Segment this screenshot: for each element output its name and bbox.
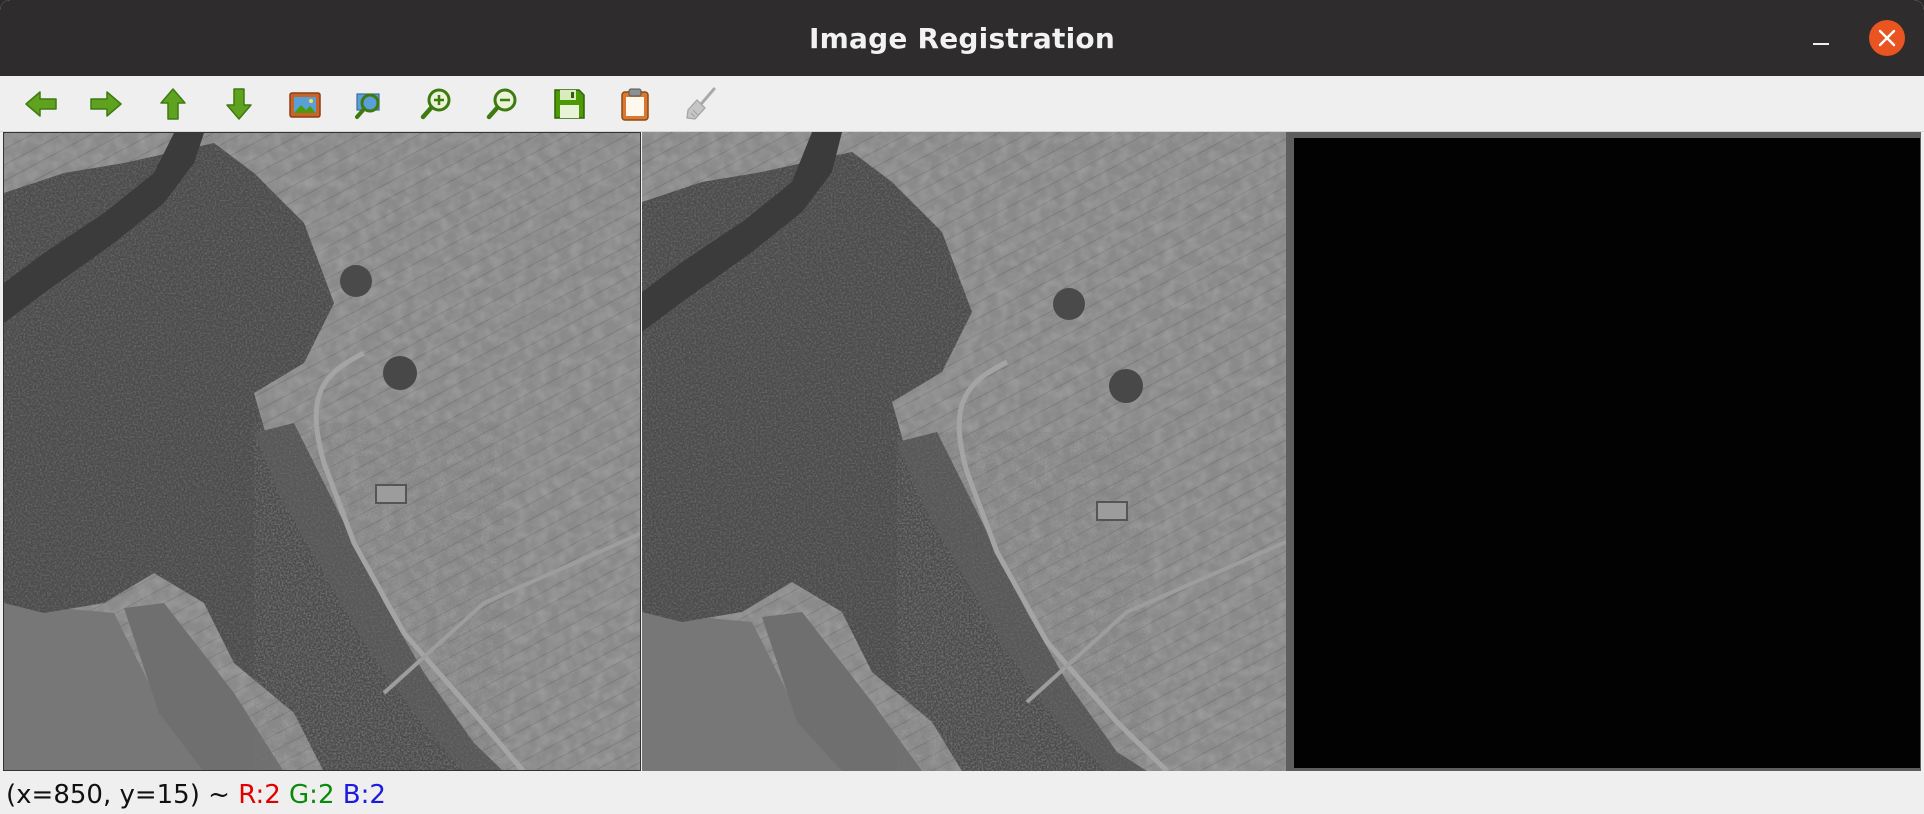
close-icon	[1878, 29, 1896, 47]
difference-image-pane[interactable]	[1286, 132, 1921, 771]
close-button[interactable]	[1869, 20, 1905, 56]
zoom-out-icon	[486, 88, 517, 120]
window-title: Image Registration	[809, 22, 1115, 55]
down-button[interactable]	[218, 84, 260, 124]
up-arrow-icon	[160, 88, 186, 120]
cursor-coordinates: (x=850, y=15) ~	[6, 780, 239, 810]
fixed-image-pane[interactable]	[3, 132, 641, 771]
difference-image	[1294, 138, 1920, 768]
title-bar[interactable]: Image Registration	[0, 0, 1924, 76]
broom-icon	[686, 87, 716, 120]
up-button[interactable]	[152, 84, 194, 124]
app-window: Image Registration (x=850, y=15) ~ R:2 G…	[0, 0, 1924, 814]
picture-icon	[289, 92, 321, 118]
aerial-image-moving	[642, 132, 1286, 771]
pixel-info: (x=850, y=15) ~ R:2 G:2 B:2	[6, 780, 386, 810]
red-value: R:2	[238, 780, 281, 810]
toolbar	[0, 76, 1924, 132]
image-button[interactable]	[284, 84, 326, 124]
floppy-disk-icon	[554, 89, 585, 119]
zoom-fit-icon	[355, 93, 380, 119]
zoom-out-button[interactable]	[482, 84, 524, 124]
zoom-in-button[interactable]	[416, 84, 458, 124]
right-arrow-icon	[90, 91, 122, 117]
clipboard-button[interactable]	[614, 84, 656, 124]
forward-button[interactable]	[85, 84, 127, 124]
moving-image-pane[interactable]	[642, 132, 1286, 771]
image-viewport[interactable]	[3, 132, 1921, 772]
left-arrow-icon	[25, 91, 57, 117]
green-value: G:2	[289, 780, 335, 810]
back-button[interactable]	[20, 84, 62, 124]
zoom-fit-button[interactable]	[350, 84, 392, 124]
minimize-button[interactable]	[1808, 26, 1842, 56]
clear-button[interactable]	[680, 84, 722, 124]
down-arrow-icon	[226, 88, 252, 120]
zoom-in-icon	[420, 88, 451, 120]
status-bar: (x=850, y=15) ~ R:2 G:2 B:2	[0, 774, 1924, 814]
blue-value: B:2	[342, 780, 386, 810]
clipboard-icon	[621, 88, 649, 121]
save-button[interactable]	[548, 84, 590, 124]
aerial-image-fixed	[4, 133, 640, 770]
